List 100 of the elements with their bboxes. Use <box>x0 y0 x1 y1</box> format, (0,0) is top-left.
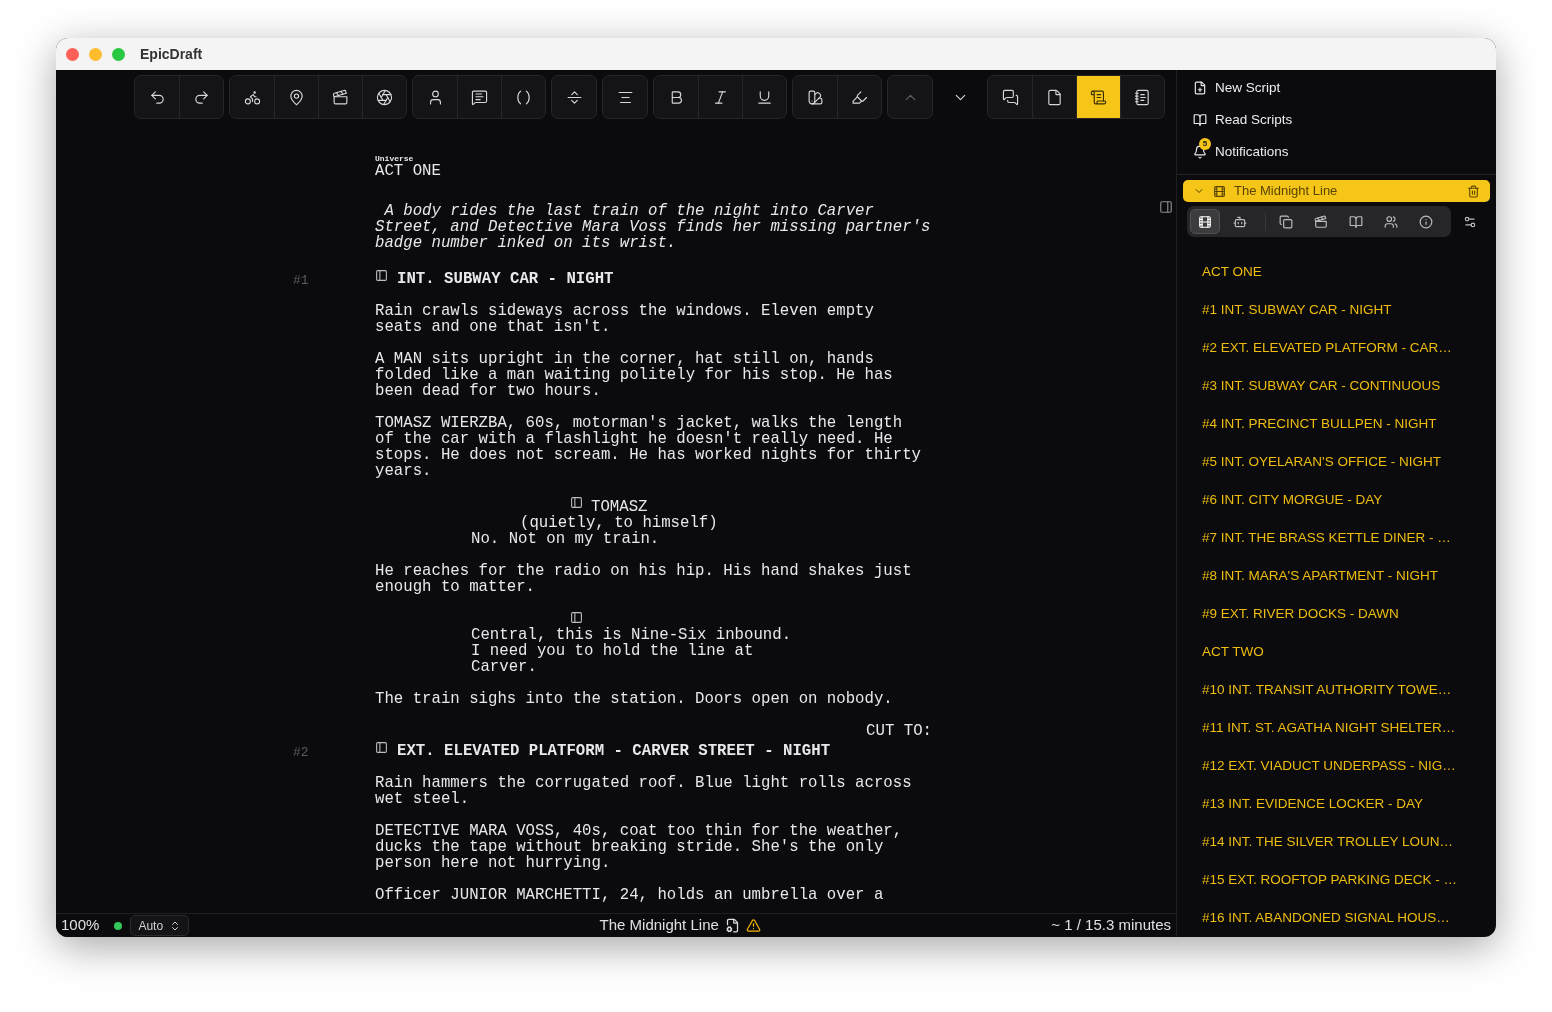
outline-scene[interactable]: #16 INT. ABANDONED SIGNAL HOUS… <box>1202 899 1471 937</box>
action-text: Officer JUNIOR MARCHETTI, 24, holds an umbrella over a <box>375 887 884 903</box>
outline-scene[interactable]: #11 INT. ST. AGATHA NIGHT SHELTER… <box>1202 709 1471 747</box>
book-icon <box>1349 214 1363 229</box>
speech-bubble-icon <box>471 88 488 106</box>
clapperboard-icon <box>1314 214 1328 229</box>
outline-scene-label: #4 INT. PRECINCT BULLPEN - NIGHT <box>1202 414 1437 433</box>
outline-scene-label: #2 EXT. ELEVATED PLATFORM - CAR… <box>1202 338 1452 357</box>
undo-icon <box>148 88 166 106</box>
parenthetical-text: (quietly, to himself) <box>520 515 718 531</box>
notebook-icon <box>1134 88 1151 106</box>
outline-scene-label: #11 INT. ST. AGATHA NIGHT SHELTER… <box>1202 718 1456 737</box>
outline-scene-label: #16 INT. ABANDONED SIGNAL HOUS… <box>1202 908 1450 927</box>
window-title: EpicDraft <box>140 44 203 64</box>
note-icon[interactable] <box>375 269 388 282</box>
outline-scene[interactable]: #6 INT. CITY MORGUE - DAY <box>1202 481 1471 519</box>
document-gear-icon[interactable] <box>724 918 740 933</box>
parentheses-icon <box>515 88 532 106</box>
outline-scene-label: #3 INT. SUBWAY CAR - CONTINUOUS <box>1202 376 1441 395</box>
panel-toggle-icon[interactable] <box>1159 200 1173 214</box>
outline-scene-label: #12 EXT. VIADUCT UNDERPASS - NIG… <box>1202 756 1456 775</box>
scene-heading: INT. SUBWAY CAR - NIGHT <box>397 271 614 287</box>
outline-scene-label: #1 INT. SUBWAY CAR - NIGHT <box>1202 300 1392 319</box>
dialogue-text: Central, this is Nine-Six inbound. I need you to hold the line at Carver. <box>471 627 792 675</box>
project-title: The Midnight Line <box>1234 182 1339 201</box>
outline-scene[interactable]: #8 INT. MARA'S APARTMENT - NIGHT <box>1202 557 1471 595</box>
underline-icon <box>756 88 773 106</box>
outline-act-label: ACT TWO <box>1202 642 1264 661</box>
new-file-icon <box>1193 81 1207 95</box>
film-icon <box>1213 184 1226 198</box>
film-icon <box>1198 214 1212 229</box>
outline-act[interactable]: ACT TWO <box>1202 633 1471 671</box>
outline-scene-label: #9 EXT. RIVER DOCKS - DAWN <box>1202 604 1399 623</box>
settings-icon[interactable] <box>1463 214 1477 229</box>
page-icon <box>1046 88 1063 106</box>
transition-text: CUT TO: <box>866 723 932 739</box>
action-text: Rain crawls sideways across the windows. Eleven empty seats and one that isn't. <box>375 303 874 335</box>
outline-scene[interactable]: #5 INT. OYELARAN'S OFFICE - NIGHT <box>1202 443 1471 481</box>
outline-scene[interactable]: #15 EXT. ROOFTOP PARKING DECK - … <box>1202 861 1471 899</box>
action-text: A MAN sits upright in the corner, hat still on, hands folded like a man waiting politely for his stop. He has been dead for two hours. <box>375 351 893 399</box>
scroll-button[interactable] <box>1076 76 1120 118</box>
outline-act[interactable]: ACT ONE <box>1202 253 1471 291</box>
action-text: Rain hammers the corrugated roof. Blue light rolls across wet steel. <box>375 775 912 807</box>
warning-icon[interactable] <box>745 918 761 933</box>
robot-icon <box>1233 214 1247 229</box>
close-window-button[interactable] <box>66 47 79 61</box>
outline-act-label: ACT ONE <box>1202 262 1262 281</box>
menu-label: New Script <box>1215 78 1281 97</box>
outline-scene-label: #5 INT. OYELARAN'S OFFICE - NIGHT <box>1202 452 1441 471</box>
trash-icon[interactable] <box>1467 184 1480 198</box>
sidebar-menu-item[interactable]: New Script <box>1193 72 1480 104</box>
note-icon[interactable] <box>375 741 388 754</box>
note-icon[interactable] <box>570 611 583 624</box>
bicycle-icon <box>243 88 261 106</box>
outline-scene[interactable]: #4 INT. PRECINCT BULLPEN - NIGHT <box>1202 405 1471 443</box>
script-title: The Midnight Line <box>599 915 719 936</box>
outline-scene[interactable]: #7 INT. THE BRASS KETTLE DINER - … <box>1202 519 1471 557</box>
italic-icon <box>712 88 729 106</box>
universe-label: Universe <box>375 154 414 163</box>
outline-scene[interactable]: #3 INT. SUBWAY CAR - CONTINUOUS <box>1202 367 1471 405</box>
people-icon <box>1384 214 1398 229</box>
scroll-icon <box>1090 88 1107 106</box>
zoom-level[interactable]: 100% <box>61 914 100 937</box>
outline-scene-label: #15 EXT. ROOFTOP PARKING DECK - … <box>1202 870 1458 889</box>
film-tab[interactable] <box>1190 209 1220 234</box>
outline-scene-label: #7 INT. THE BRASS KETTLE DINER - … <box>1202 528 1451 547</box>
scene-heading: EXT. ELEVATED PLATFORM - CARVER STREET - NIGHT <box>397 743 831 759</box>
outline-scene-label: #13 INT. EVIDENCE LOCKER - DAY <box>1202 794 1424 813</box>
synopsis-text: A body rides the last train of the night into Carver Street, and Detective Mara Voss finds her missing partner's badge number inked on its wrist. <box>375 203 931 251</box>
project-header[interactable]: The Midnight Line <box>1183 180 1490 202</box>
outline-scene[interactable]: #10 INT. TRANSIT AUTHORITY TOWE… <box>1202 671 1471 709</box>
action-text: The train sighs into the station. Doors open on nobody. <box>375 691 893 707</box>
scene-number: #2 <box>293 745 309 760</box>
action-text: DETECTIVE MARA VOSS, 40s, coat too thin for the weather, ducks the tape without breaking stride. She's the only person here not hurrying. <box>375 823 903 871</box>
outline-scene[interactable]: #9 EXT. RIVER DOCKS - DAWN <box>1202 595 1471 633</box>
duration-text: ~ 1 / 15.3 minutes <box>1051 915 1171 936</box>
book-icon <box>1193 113 1207 127</box>
outline-scene[interactable]: #13 INT. EVIDENCE LOCKER - DAY <box>1202 785 1471 823</box>
outline-scene-label: #14 INT. THE SILVER TROLLEY LOUN… <box>1202 832 1454 851</box>
map-pin-icon <box>288 88 305 106</box>
info-icon <box>1419 214 1433 229</box>
mode-select[interactable]: Auto <box>130 915 190 936</box>
redo-icon <box>193 88 210 106</box>
outline-scene[interactable]: #14 INT. THE SILVER TROLLEY LOUN… <box>1202 823 1471 861</box>
aperture-icon <box>376 88 393 106</box>
outline-scene-label: #8 INT. MARA'S APARTMENT - NIGHT <box>1202 566 1438 585</box>
note-icon[interactable] <box>570 496 583 509</box>
act-heading: ACT ONE <box>375 163 441 179</box>
outline-scene[interactable]: #1 INT. SUBWAY CAR - NIGHT <box>1202 291 1471 329</box>
outline-scene[interactable]: #2 EXT. ELEVATED PLATFORM - CAR… <box>1202 329 1471 367</box>
sidebar-menu-item[interactable]: Read Scripts <box>1193 104 1480 136</box>
highlighter-icon <box>851 88 868 106</box>
bell-icon <box>1193 145 1207 159</box>
swatch-icon <box>806 88 824 106</box>
menu-label: Read Scripts <box>1215 110 1293 129</box>
outline-scene[interactable]: #12 EXT. VIADUCT UNDERPASS - NIG… <box>1202 747 1471 785</box>
menu-label: Notifications <box>1215 142 1289 161</box>
sidebar-menu-item[interactable]: 5 Notifications <box>1193 136 1480 168</box>
action-text: He reaches for the radio on his hip. His hand shakes just enough to matter. <box>375 563 912 595</box>
copy-icon <box>1279 214 1293 229</box>
